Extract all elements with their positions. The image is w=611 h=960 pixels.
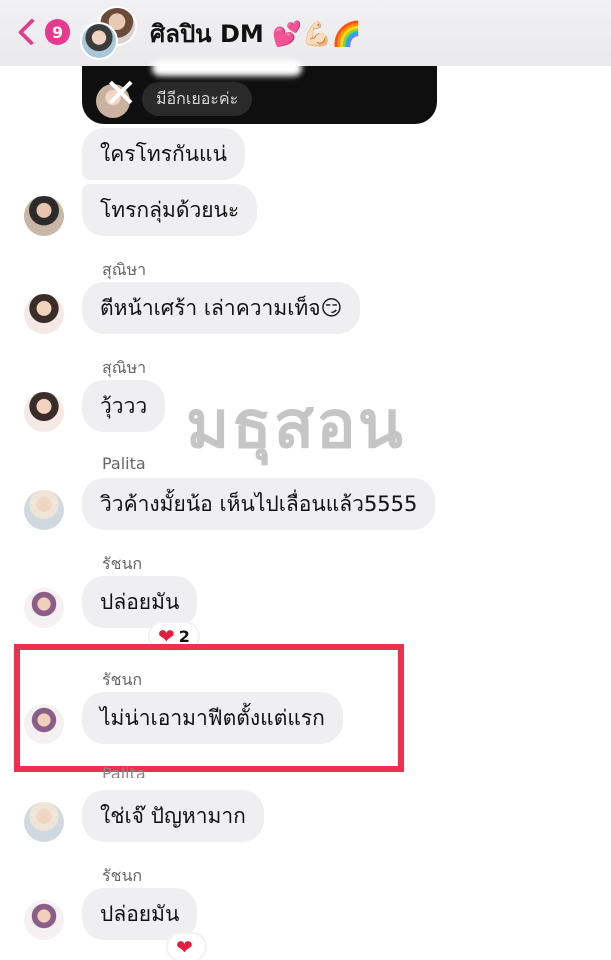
avatar[interactable] [24,392,64,432]
avatar[interactable] [24,294,64,334]
chat-title[interactable]: ศิลปิน DM 💕💪🏻🌈 [150,14,362,53]
reaction-badge[interactable]: ❤ [168,934,205,960]
redacted-text [152,60,302,76]
watermark: มธุสอน [186,386,405,463]
sender-name: สุณิษา [102,260,147,279]
message-bubble[interactable]: ปล่อยมัน [82,576,198,628]
more-label[interactable]: มีอีกเยอะค่ะ [142,82,253,116]
chevron-left-icon [17,18,46,46]
sender-name: รัชนก [102,554,143,573]
avatar[interactable] [24,490,64,530]
redaction-mark-icon: ✕ [104,71,138,117]
highlight-box [14,644,404,772]
message-bubble[interactable]: ใครโทรกันแน่ [82,128,245,180]
avatar[interactable] [24,802,64,842]
message-bubble[interactable]: ปล่อยมัน [82,888,198,940]
avatar[interactable] [24,588,64,628]
message-bubble[interactable]: ใช่เจ๊ ปัญหามาก [82,790,264,842]
message-bubble[interactable]: ตีหน้าเศร้า เล่าความเท็จ😏 [82,282,361,334]
sender-name: Palita [102,454,146,473]
avatar[interactable] [24,900,64,940]
avatar[interactable] [24,196,64,236]
message-bubble[interactable]: โทรกลุ่มด้วยนะ [82,184,258,236]
reaction-count: 2 [178,626,190,646]
message-bubble[interactable]: วิวค้างมั้ยน้อ เห็นไปเลื่อนแล้ว5555 [82,478,436,530]
sender-name-partial: Palita [102,764,146,778]
sender-name: รัชนก [102,866,143,885]
heart-icon: ❤ [176,935,193,959]
sender-name: สุณิษา [102,358,147,377]
group-avatar-secondary [80,22,118,60]
back-button[interactable]: 9 [14,14,70,50]
message-bubble[interactable]: วุ้ววว [82,380,166,432]
unread-count-badge: 9 [45,19,70,45]
shared-media-card[interactable]: ✕ มีอีกเยอะค่ะ [82,60,437,124]
